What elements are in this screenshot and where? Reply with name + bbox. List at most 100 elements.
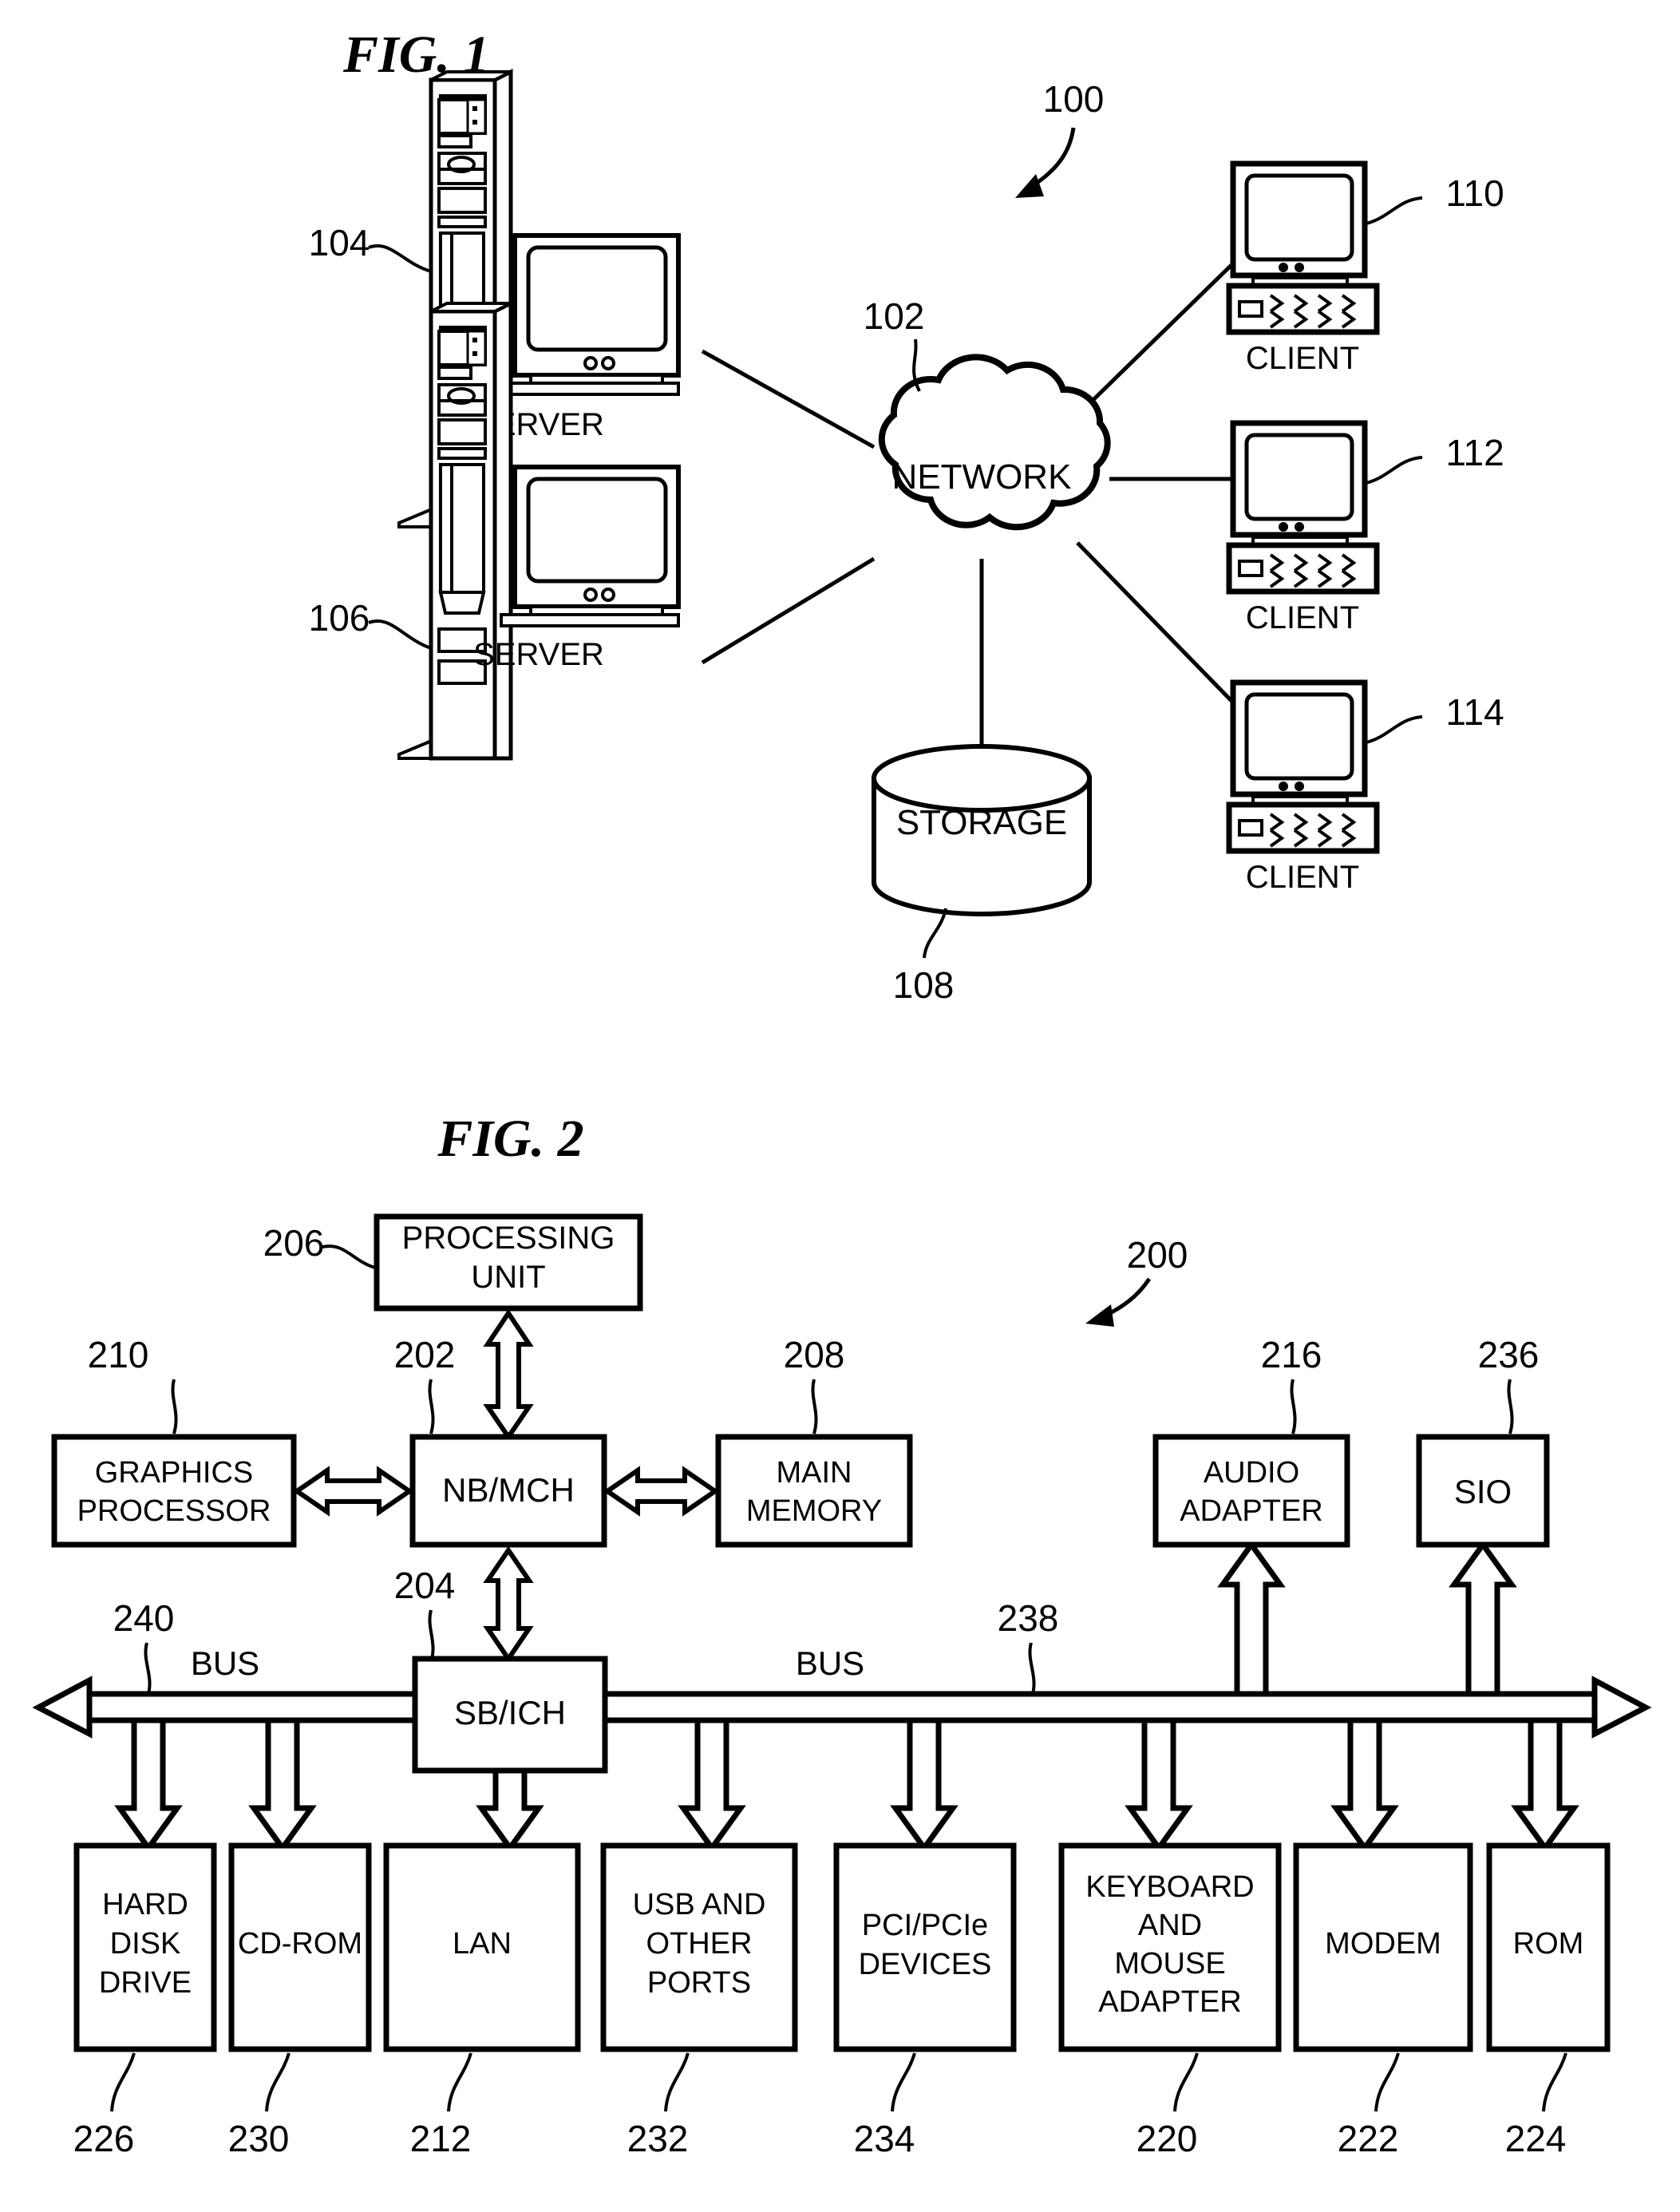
client-1-label: CLIENT (1246, 341, 1359, 376)
ref-100: 100 (1043, 78, 1105, 120)
storage-label: STORAGE (896, 803, 1067, 842)
server-2-monitor-stand (500, 613, 680, 627)
server-2-monitor-screen (526, 477, 668, 584)
ref-222: 222 (1338, 2118, 1399, 2159)
client-1-led-1 (1279, 263, 1288, 272)
client-3-led-2 (1295, 782, 1304, 791)
main-memory-box (715, 1434, 913, 1548)
server-1-bay-divider (439, 94, 487, 98)
client-2-screen (1244, 433, 1354, 521)
client-1-screen (1244, 173, 1354, 262)
server-2-bay-1b (466, 330, 487, 366)
server-1-monitor-led-2 (601, 356, 615, 370)
processing-unit-label-line1: PROCESSING (402, 1221, 615, 1256)
client-2-led-2 (1295, 522, 1304, 532)
pci-label-line1: PCI/PCIe (862, 1909, 988, 1942)
ref-212: 212 (410, 2118, 472, 2159)
server-1-monitor-led-1 (583, 356, 598, 370)
figure-2-title: FIG. 2 (437, 1110, 583, 1168)
server-1-monitor-screen (526, 245, 668, 352)
ref-208: 208 (784, 1334, 845, 1375)
server-2-top (430, 302, 512, 313)
client-3-keyboard-key (1238, 819, 1263, 837)
server-2-monitor-led-1 (583, 588, 598, 602)
server-2-bay-4 (437, 447, 487, 460)
lan-label: LAN (453, 1927, 512, 1961)
client-1-keyboard-key (1238, 300, 1263, 318)
ref-200: 200 (1127, 1234, 1188, 1276)
sb-ich[interactable]: SB/ICH (412, 1656, 608, 1774)
client-1-led-2 (1295, 263, 1304, 272)
server-1-bay-1b (466, 98, 487, 135)
server-2-vent (438, 591, 486, 615)
ref-202: 202 (394, 1334, 456, 1375)
client-3-led-1 (1279, 782, 1288, 791)
client-2-keyboard-key (1238, 560, 1263, 577)
ref-110: 110 (1445, 172, 1504, 214)
network-label: NETWORK (892, 457, 1072, 497)
server-2-door (439, 463, 485, 594)
ref-238: 238 (998, 1597, 1059, 1639)
ref-102: 102 (864, 295, 925, 337)
server-1-monitor-stand (500, 382, 680, 396)
audio-adapter-label-line1: AUDIO (1204, 1456, 1299, 1490)
main-memory-label-line2: MEMORY (746, 1494, 882, 1528)
graphics-processor-label-line1: GRAPHICS (95, 1456, 253, 1490)
kbd-label-line4: ADAPTER (1098, 1985, 1241, 2019)
hdd-label-line3: DRIVE (99, 1966, 192, 2000)
ref-226: 226 (73, 2118, 135, 2159)
sb-ich-label: SB/ICH (454, 1694, 566, 1731)
graphics-processor-box (51, 1434, 297, 1548)
ref-230: 230 (228, 2118, 290, 2159)
ref-234: 234 (854, 2118, 915, 2159)
server-2-led-a (472, 338, 477, 342)
rom-label: ROM (1513, 1927, 1584, 1961)
ref-232: 232 (627, 2118, 689, 2159)
kbd-label-line1: KEYBOARD (1085, 1870, 1254, 1904)
ref-114: 114 (1445, 691, 1504, 733)
ref-206: 206 (263, 1222, 325, 1264)
pci-label-line2: DEVICES (859, 1948, 992, 1981)
ref-104: 104 (309, 222, 370, 263)
usb-label-line1: USB AND (633, 1888, 766, 1921)
ref-108: 108 (893, 964, 955, 1006)
client-2-label: CLIENT (1246, 600, 1359, 635)
ref-240: 240 (113, 1597, 175, 1639)
drawing-canvas: FIG. 1 100 SERVER 104 SERVER 106 NETWORK… (0, 0, 1680, 2212)
server-2-bay-3 (437, 418, 487, 445)
sio-label: SIO (1454, 1473, 1512, 1510)
usb-label-line2: OTHER (646, 1927, 753, 1961)
server-1-slot-1 (437, 134, 472, 148)
cd-rom-label: CD-ROM (238, 1927, 362, 1961)
server-2-bay-divider (439, 326, 487, 330)
ref-216: 216 (1261, 1334, 1322, 1375)
storage-cylinder-top (872, 744, 1092, 813)
kbd-label-line2: AND (1138, 1909, 1202, 1942)
server-1-led-a (472, 106, 477, 111)
server-1-bay-3 (437, 187, 487, 214)
server-2-slot-1 (437, 366, 472, 380)
nb-mch-label: NB/MCH (442, 1471, 575, 1509)
audio-adapter-label-line2: ADAPTER (1180, 1494, 1322, 1528)
server-1-top (430, 70, 512, 81)
server-2-led-b (472, 351, 477, 356)
client-3-label: CLIENT (1246, 860, 1359, 895)
bus-label-left: BUS (191, 1644, 259, 1682)
main-memory-label-line1: MAIN (777, 1456, 852, 1490)
server-2-side (492, 299, 513, 761)
server-2-label: SERVER (473, 637, 604, 672)
processing-unit-label-line2: UNIT (471, 1260, 545, 1295)
server-1-bay-4 (437, 216, 487, 228)
ref-224: 224 (1505, 2118, 1567, 2159)
client-3-screen (1244, 692, 1354, 781)
ref-220: 220 (1136, 2118, 1198, 2159)
ref-106: 106 (309, 597, 370, 639)
hdd-label-line2: DISK (110, 1927, 181, 1961)
ref-204: 204 (394, 1565, 456, 1606)
graphics-processor-label-line2: PROCESSOR (77, 1494, 271, 1528)
client-2-led-1 (1279, 522, 1288, 532)
kbd-label-line3: MOUSE (1114, 1947, 1225, 1981)
ref-112: 112 (1445, 432, 1504, 473)
audio-adapter-box (1152, 1434, 1350, 1548)
ref-210: 210 (88, 1334, 149, 1375)
